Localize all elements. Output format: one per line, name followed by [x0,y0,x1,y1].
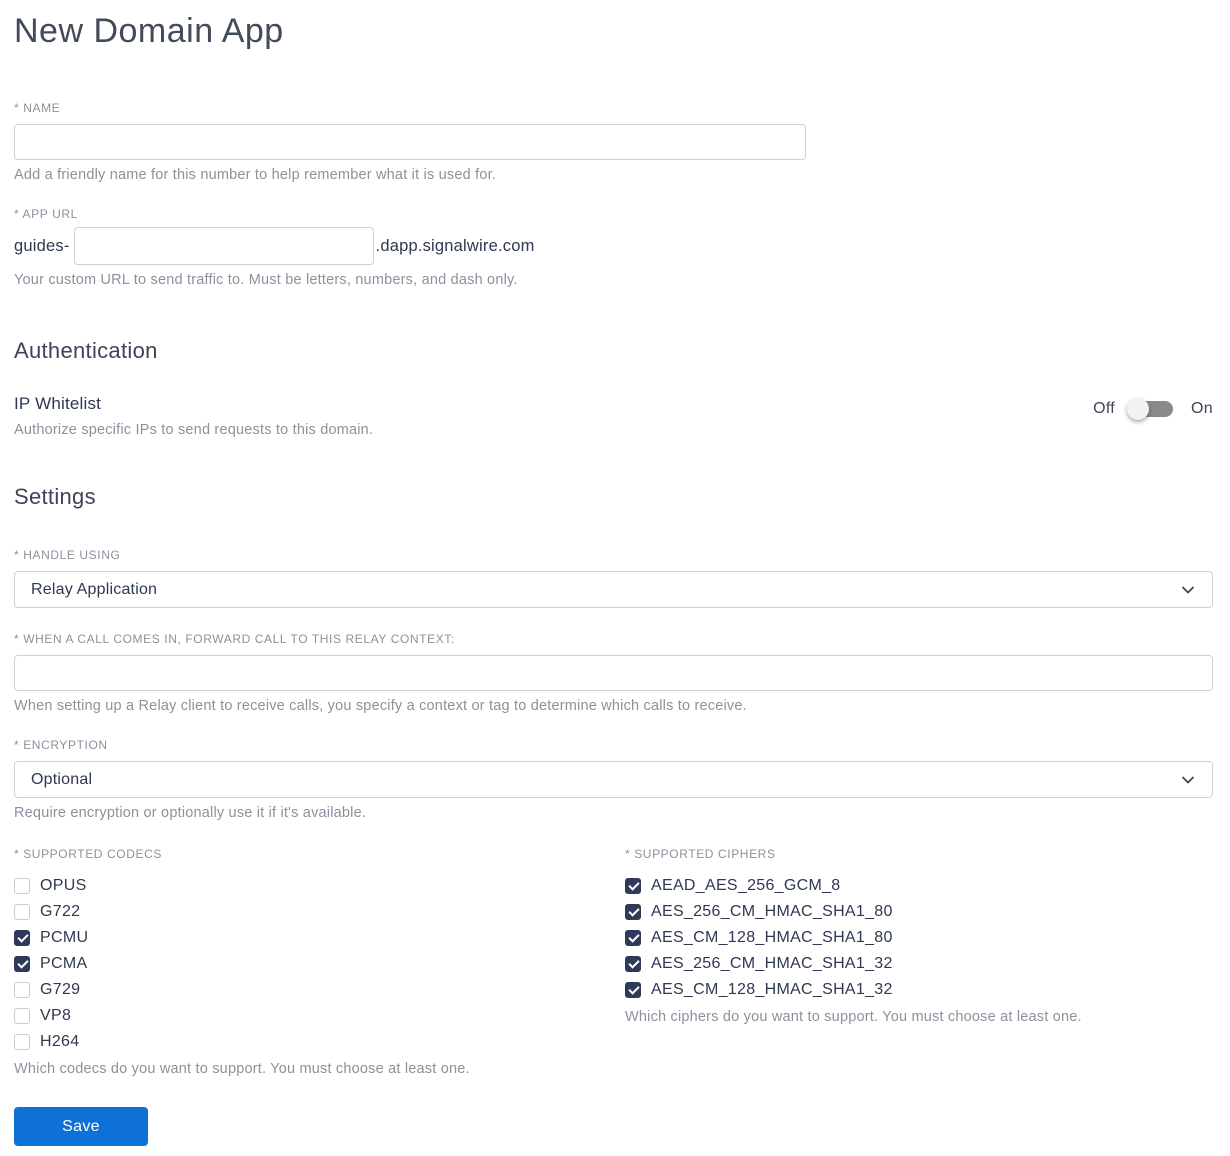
checkbox-icon[interactable] [14,956,30,972]
codec-option-label: PCMU [40,929,89,946]
cipher-option-label: AES_CM_128_HMAC_SHA1_32 [651,981,893,998]
checkbox-icon[interactable] [625,956,641,972]
supported-codecs-label: * SUPPORTED CODECS [14,847,162,861]
checkbox-icon[interactable] [14,1034,30,1050]
codec-cipher-columns: * SUPPORTED CODECS OPUS G722 PCMU PCMA G… [14,847,1213,1077]
encryption-help-text: Require encryption or optionally use it … [14,805,367,821]
toggle-knob[interactable] [1127,398,1150,420]
app-url-label: * APP URL [14,207,78,221]
checkbox-icon[interactable] [14,930,30,946]
page-title: New Domain App [14,12,284,50]
codec-option-label: G722 [40,903,81,920]
relay-context-label: * WHEN A CALL COMES IN, FORWARD CALL TO … [14,632,455,646]
handle-using-select[interactable]: Relay Application [14,571,1213,608]
codec-option-opus[interactable]: OPUS [14,873,625,899]
handle-using-group: * HANDLE USING Relay Application [14,548,1213,608]
cipher-option-label: AES_256_CM_HMAC_SHA1_32 [651,955,893,972]
checkbox-icon[interactable] [14,878,30,894]
toggle-on-label: On [1191,400,1213,417]
checkbox-icon[interactable] [625,904,641,920]
app-url-row: guides- .dapp.signalwire.com [14,227,1213,265]
codec-option-pcmu[interactable]: PCMU [14,925,625,951]
checkbox-icon[interactable] [625,982,641,998]
ip-whitelist-toggle-group: Off On [1093,398,1213,420]
cipher-option-aead-aes-256-gcm-8[interactable]: AEAD_AES_256_GCM_8 [625,873,1213,899]
name-field-group: * NAME Add a friendly name for this numb… [14,101,1213,183]
handle-using-label: * HANDLE USING [14,548,121,562]
encryption-select[interactable]: Optional [14,761,1213,798]
codec-option-label: H264 [40,1033,80,1050]
encryption-selected-value: Optional [31,770,93,788]
cipher-option-aes-cm-128-hmac-sha1-32[interactable]: AES_CM_128_HMAC_SHA1_32 [625,977,1213,1003]
checkbox-icon[interactable] [14,982,30,998]
codec-option-label: VP8 [40,1007,72,1024]
app-url-input[interactable] [73,227,374,265]
codec-option-vp8[interactable]: VP8 [14,1003,625,1029]
app-url-field-group: * APP URL guides- .dapp.signalwire.com Y… [14,207,1213,288]
codec-option-label: PCMA [40,955,88,972]
cipher-option-aes-cm-128-hmac-sha1-80[interactable]: AES_CM_128_HMAC_SHA1_80 [625,925,1213,951]
cipher-option-label: AES_CM_128_HMAC_SHA1_80 [651,929,893,946]
checkbox-icon[interactable] [625,878,641,894]
encryption-label: * ENCRYPTION [14,738,108,752]
handle-using-selected-value: Relay Application [31,580,158,598]
save-button[interactable]: Save [14,1107,148,1146]
ciphers-help-text: Which ciphers do you want to support. Yo… [625,1009,1082,1025]
authentication-heading: Authentication [14,338,158,363]
cipher-option-label: AEAD_AES_256_GCM_8 [651,877,841,894]
cipher-option-aes-256-cm-hmac-sha1-80[interactable]: AES_256_CM_HMAC_SHA1_80 [625,899,1213,925]
relay-context-group: * WHEN A CALL COMES IN, FORWARD CALL TO … [14,632,1213,714]
supported-ciphers-group: * SUPPORTED CIPHERS AEAD_AES_256_GCM_8 A… [625,847,1213,1077]
codecs-help-text: Which codecs do you want to support. You… [14,1061,470,1077]
app-url-help-text: Your custom URL to send traffic to. Must… [14,272,518,288]
codec-option-g729[interactable]: G729 [14,977,625,1003]
relay-context-input[interactable] [14,655,1213,691]
relay-context-help-text: When setting up a Relay client to receiv… [14,698,747,714]
codec-option-g722[interactable]: G722 [14,899,625,925]
chevron-down-icon [1180,772,1196,788]
app-url-prefix: guides- [14,236,70,255]
cipher-option-label: AES_256_CM_HMAC_SHA1_80 [651,903,893,920]
codec-option-label: G729 [40,981,81,998]
name-input[interactable] [14,124,806,160]
supported-ciphers-label: * SUPPORTED CIPHERS [625,847,776,861]
settings-heading: Settings [14,484,96,509]
encryption-group: * ENCRYPTION Optional Require encryption… [14,738,1213,821]
ip-whitelist-toggle[interactable] [1127,398,1174,420]
toggle-off-label: Off [1093,400,1116,417]
chevron-down-icon [1180,582,1196,598]
ip-whitelist-row: IP Whitelist Authorize specific IPs to s… [14,394,1213,438]
ip-whitelist-label: IP Whitelist [14,394,102,413]
ip-whitelist-text: IP Whitelist Authorize specific IPs to s… [14,394,373,438]
checkbox-icon[interactable] [625,930,641,946]
checkbox-icon[interactable] [14,904,30,920]
codec-checkbox-list: OPUS G722 PCMU PCMA G729 VP8 H264 [14,873,625,1055]
app-url-suffix: .dapp.signalwire.com [375,236,535,255]
name-help-text: Add a friendly name for this number to h… [14,167,497,183]
checkbox-icon[interactable] [14,1008,30,1024]
codec-option-h264[interactable]: H264 [14,1029,625,1055]
codec-option-pcma[interactable]: PCMA [14,951,625,977]
cipher-checkbox-list: AEAD_AES_256_GCM_8 AES_256_CM_HMAC_SHA1_… [625,873,1213,1003]
name-label: * NAME [14,101,61,115]
ip-whitelist-help-text: Authorize specific IPs to send requests … [14,422,374,438]
codec-option-label: OPUS [40,877,87,894]
supported-codecs-group: * SUPPORTED CODECS OPUS G722 PCMU PCMA G… [14,847,625,1077]
cipher-option-aes-256-cm-hmac-sha1-32[interactable]: AES_256_CM_HMAC_SHA1_32 [625,951,1213,977]
